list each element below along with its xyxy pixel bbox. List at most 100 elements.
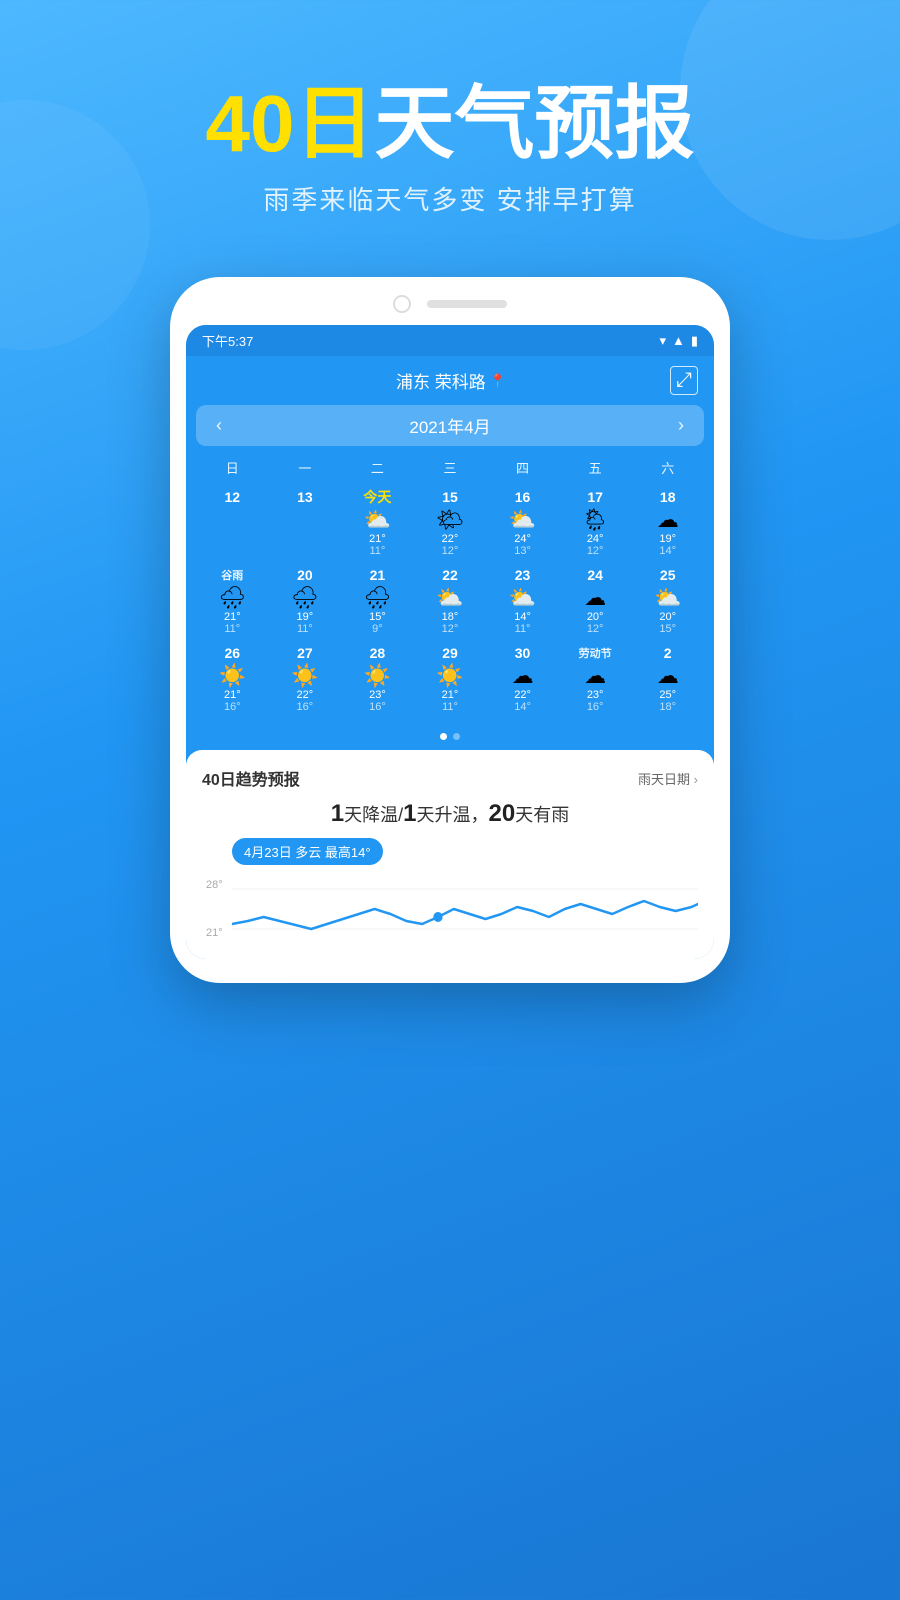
cal-date-today: 今天: [363, 487, 391, 507]
cal-cell-30[interactable]: 30 ☁ 22° 14°: [486, 641, 559, 715]
trend-chart: [232, 879, 698, 939]
phone-top-bar: [186, 295, 714, 313]
next-month-button[interactable]: ›: [678, 415, 684, 436]
hero-title: 40日天气预报: [0, 80, 900, 168]
prev-month-button[interactable]: ‹: [216, 415, 222, 436]
cal-date: 12: [224, 487, 240, 507]
temp-lo-labor: 16°: [587, 701, 604, 713]
cal-date: 28: [370, 643, 386, 663]
weather-icon-20: 🌧: [291, 587, 319, 609]
status-icons: ▾ ▲ ▮: [659, 333, 698, 349]
cal-date: 18: [660, 487, 676, 507]
weekday-sun: 日: [196, 454, 269, 481]
temp-hi-15: 22°: [442, 533, 459, 545]
temp-lo-18: 14°: [659, 545, 676, 557]
cal-cell-13[interactable]: 13: [269, 485, 342, 559]
cal-cell-today[interactable]: 今天 ⛅ 21° 11°: [341, 485, 414, 559]
trend-header: 40日趋势预报 雨天日期 ›: [202, 766, 698, 790]
cal-cell-26[interactable]: 26 ☀️ 21° 16°: [196, 641, 269, 715]
temp-hi-27: 22°: [297, 689, 314, 701]
cal-cell-labor[interactable]: 劳动节 ☁ 23° 16°: [559, 641, 632, 715]
temp-lo-26: 16°: [224, 701, 241, 713]
temp-lo-25: 15°: [659, 623, 676, 635]
temp-lo-20: 11°: [297, 623, 313, 635]
weather-icon-22: ⛅: [436, 587, 463, 609]
weather-icon-15: 🌤: [436, 509, 464, 531]
dot-2[interactable]: [453, 733, 460, 740]
cal-cell-15[interactable]: 15 🌤 22° 12°: [414, 485, 487, 559]
weekday-tue: 二: [341, 454, 414, 481]
rain-link-arrow: ›: [694, 772, 698, 787]
location-text: 浦东 荣科路: [396, 368, 486, 393]
rain-link[interactable]: 雨天日期 ›: [638, 769, 698, 788]
weather-icon-29: ☀️: [436, 665, 463, 687]
cal-date: 29: [442, 643, 458, 663]
weather-icon-30: ☁: [512, 665, 534, 687]
cal-cell-guyu[interactable]: 谷雨 🌧 21° 11°: [196, 563, 269, 637]
temp-hi-25: 20°: [659, 611, 676, 623]
hero-subtitle: 雨季来临天气多变 安排早打算: [0, 180, 900, 217]
cal-cell-27[interactable]: 27 ☀️ 22° 16°: [269, 641, 342, 715]
temp-hi-26: 21°: [224, 689, 241, 701]
cal-date: 30: [515, 643, 531, 663]
dot-1[interactable]: [440, 733, 447, 740]
phone-camera: [393, 295, 411, 313]
status-bar: 下午5:37 ▾ ▲ ▮: [186, 325, 714, 356]
cal-cell-23[interactable]: 23 ⛅ 14° 11°: [486, 563, 559, 637]
cal-cell-21[interactable]: 21 🌧 15° 9°: [341, 563, 414, 637]
temp-hi-today: 21°: [369, 533, 386, 545]
cal-date: 24: [587, 565, 603, 585]
weather-icon-24: ☁: [584, 587, 606, 609]
temp-lo-2: 18°: [659, 701, 676, 713]
temp-hi-23: 14°: [514, 611, 531, 623]
weather-icon-2: ☁: [657, 665, 679, 687]
cal-cell-12[interactable]: 12: [196, 485, 269, 559]
hero-title-white: 天气预报: [374, 79, 694, 168]
cal-date-solar: 谷雨: [221, 565, 243, 585]
temp-lo-29: 11°: [442, 701, 458, 713]
cal-cell-2[interactable]: 2 ☁ 25° 18°: [631, 641, 704, 715]
cal-cell-16[interactable]: 16 ⛅ 24° 13°: [486, 485, 559, 559]
wifi-icon: ▾: [659, 333, 666, 349]
temp-lo-16: 13°: [514, 545, 531, 557]
weather-icon-today: ⛅: [364, 509, 391, 531]
temp-hi-30: 22°: [514, 689, 531, 701]
temp-lo-today: 11°: [370, 545, 386, 557]
cal-date: 20: [297, 565, 313, 585]
weekday-thu: 四: [486, 454, 559, 481]
cal-week-3: 26 ☀️ 21° 16° 27 ☀️ 22° 16° 28 ☀️ 23: [196, 641, 704, 715]
temp-lo-17: 12°: [587, 545, 604, 557]
signal-icon: ▲: [672, 333, 685, 348]
share-icon[interactable]: ⤢: [670, 366, 698, 395]
cal-cell-29[interactable]: 29 ☀️ 21° 11°: [414, 641, 487, 715]
cal-date: 21: [370, 565, 386, 585]
cal-cell-28[interactable]: 28 ☀️ 23° 16°: [341, 641, 414, 715]
weather-icon-21: 🌧: [363, 587, 391, 609]
calendar-section: 日 一 二 三 四 五 六 12 13 今: [186, 446, 714, 725]
chart-area: 28° 21°: [202, 879, 698, 959]
temp-lo-23: 11°: [515, 623, 531, 635]
temp-hi-2: 25°: [659, 689, 676, 701]
weekday-sat: 六: [631, 454, 704, 481]
cal-cell-22[interactable]: 22 ⛅ 18° 12°: [414, 563, 487, 637]
phone-screen: 下午5:37 ▾ ▲ ▮ 浦东 荣科路 📍 ⤢ ‹ 2021年4月: [186, 325, 714, 959]
tooltip-badge: 4月23日 多云 最高14°: [232, 838, 383, 865]
cal-cell-20[interactable]: 20 🌧 19° 11°: [269, 563, 342, 637]
cal-date: 17: [587, 487, 603, 507]
temp-hi-20: 19°: [297, 611, 314, 623]
bottom-section: 40日趋势预报 雨天日期 › 1天降温/1天升温，20天有雨 4月23日 多云 …: [186, 750, 714, 959]
temp-hi-18: 19°: [659, 533, 676, 545]
location-pin-icon: 📍: [490, 373, 506, 389]
weather-icon-17: 🌦: [581, 509, 609, 531]
cal-cell-17[interactable]: 17 🌦 24° 12°: [559, 485, 632, 559]
temp-lo-30: 14°: [514, 701, 531, 713]
cal-cell-18[interactable]: 18 ☁ 19° 14°: [631, 485, 704, 559]
cal-cell-25[interactable]: 25 ⛅ 20° 15°: [631, 563, 704, 637]
weather-icon-27: ☀️: [291, 665, 318, 687]
weekday-wed: 三: [414, 454, 487, 481]
temp-hi-labor: 23°: [587, 689, 604, 701]
phone-wrapper: 下午5:37 ▾ ▲ ▮ 浦东 荣科路 📍 ⤢ ‹ 2021年4月: [0, 277, 900, 983]
phone-frame: 下午5:37 ▾ ▲ ▮ 浦东 荣科路 📍 ⤢ ‹ 2021年4月: [170, 277, 730, 983]
cal-cell-24[interactable]: 24 ☁ 20° 12°: [559, 563, 632, 637]
phone-speaker: [427, 300, 507, 308]
